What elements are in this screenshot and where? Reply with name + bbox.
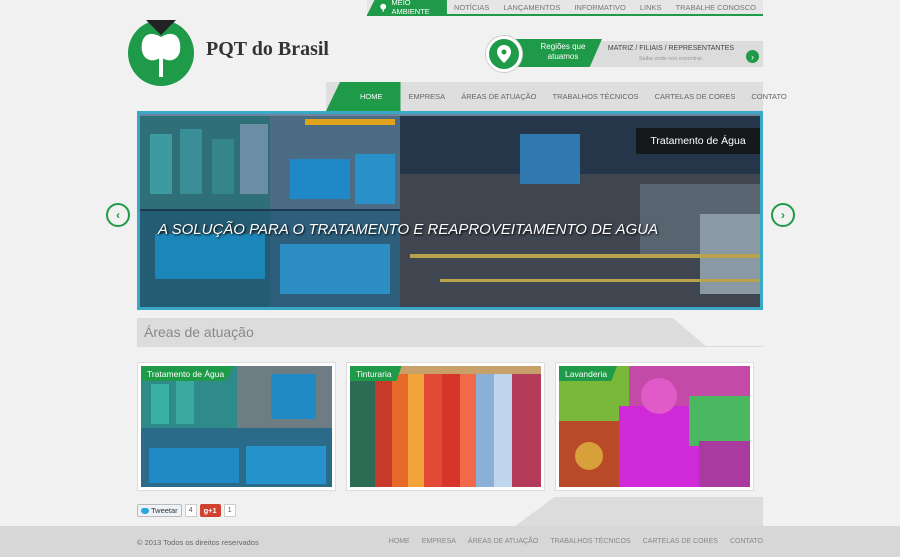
- tinturaria-thumb: [350, 366, 541, 487]
- top-bar: MEIO AMBIENTE NOTÍCIAS LANÇAMENTOS INFOR…: [367, 0, 763, 16]
- google-plus-one-button[interactable]: g+1: [199, 504, 221, 517]
- footer-nav: HOME EMPRESA ÁREAS DE ATUAÇÃO TRABALHOS …: [377, 538, 763, 545]
- pqt-logo-icon[interactable]: [126, 17, 196, 87]
- card-label: Lavanderia: [559, 366, 618, 381]
- section-header: Áreas de atuação: [137, 318, 763, 347]
- nav-item-trabalhos-tecnicos[interactable]: TRABALHOS TÉCNICOS: [544, 82, 646, 111]
- card-label: Tinturaria: [350, 366, 402, 381]
- card-lavanderia[interactable]: Lavanderia: [555, 362, 754, 491]
- footer-edge: [515, 497, 763, 526]
- nav-item-areas-de-atuacao[interactable]: ÁREAS DE ATUAÇÃO: [453, 82, 544, 111]
- footer-link-cartelas-de-cores[interactable]: CARTELAS DE CORES: [631, 538, 718, 545]
- card-image: Lavanderia: [559, 366, 750, 487]
- top-link-links[interactable]: LINKS: [633, 3, 669, 12]
- slider-prev-button[interactable]: ‹: [106, 203, 130, 227]
- region-subtitle: Saiba onde nos encontrar.: [638, 56, 704, 62]
- tree-icon: [380, 3, 387, 12]
- hero-slider[interactable]: Tratamento de Água A SOLUÇÃO PARA O TRAT…: [137, 111, 763, 310]
- top-link-trabalhe-conosco[interactable]: TRABALHE CONOSCO: [669, 3, 763, 12]
- card-image: Tinturaria: [350, 366, 541, 487]
- meio-ambiente-link[interactable]: MEIO AMBIENTE: [367, 0, 447, 15]
- lavanderia-thumb: [559, 366, 750, 487]
- slide-headline: A SOLUÇÃO PARA O TRATAMENTO E REAPROVEIT…: [158, 221, 659, 238]
- card-tratamento-de-agua[interactable]: Tratamento de Água: [137, 362, 336, 491]
- water-treatment-thumb: [141, 366, 332, 487]
- nav-item-empresa[interactable]: EMPRESA: [401, 82, 454, 111]
- section-title: Áreas de atuação: [144, 324, 254, 340]
- nav-item-home[interactable]: HOME: [326, 82, 401, 111]
- nav-item-cartelas-de-cores[interactable]: CARTELAS DE CORES: [647, 82, 744, 111]
- card-tinturaria[interactable]: Tinturaria: [346, 362, 545, 491]
- footer-link-trabalhos-tecnicos[interactable]: TRABALHOS TÉCNICOS: [538, 538, 630, 545]
- region-go-button[interactable]: ›: [746, 50, 759, 63]
- top-link-lancamentos[interactable]: LANÇAMENTOS: [496, 3, 567, 12]
- region-box[interactable]: Regiões que atuamos MATRIZ / FILIAIS / R…: [486, 36, 763, 72]
- section-divider: [137, 346, 763, 347]
- tweet-button[interactable]: Tweetar: [137, 504, 182, 517]
- twitter-bird-icon: [141, 507, 149, 514]
- card-image: Tratamento de Água: [141, 366, 332, 487]
- slider-next-button[interactable]: ›: [771, 203, 795, 227]
- tweet-count: 4: [184, 504, 197, 517]
- meio-ambiente-label: MEIO AMBIENTE: [391, 0, 430, 16]
- top-link-informativo[interactable]: INFORMATIVO: [567, 3, 633, 12]
- social-buttons: Tweetar 4 g+1 1: [137, 504, 236, 517]
- gplus-count: 1: [223, 504, 236, 517]
- card-label: Tratamento de Água: [141, 366, 235, 381]
- region-title: MATRIZ / FILIAIS / REPRESENTANTES: [607, 45, 735, 52]
- chevron-right-icon: ›: [781, 208, 785, 222]
- footer-link-empresa[interactable]: EMPRESA: [410, 538, 456, 545]
- chevron-right-icon: ›: [751, 51, 754, 62]
- footer: © 2013 Todos os direitos reservados HOME…: [0, 526, 900, 557]
- location-pin-icon: [486, 36, 522, 72]
- chevron-left-icon: ‹: [116, 208, 120, 222]
- top-link-noticias[interactable]: NOTÍCIAS: [447, 3, 496, 12]
- footer-link-home[interactable]: HOME: [377, 538, 410, 545]
- footer-link-contato[interactable]: CONTATO: [718, 538, 763, 545]
- brand-name[interactable]: PQT do Brasil: [206, 38, 329, 61]
- slide-image: Tratamento de Água A SOLUÇÃO PARA O TRAT…: [140, 114, 760, 307]
- footer-link-areas-de-atuacao[interactable]: ÁREAS DE ATUAÇÃO: [456, 538, 538, 545]
- slide-caption: Tratamento de Água: [636, 128, 760, 154]
- nav-item-contato[interactable]: CONTATO: [743, 82, 794, 111]
- region-label: Regiões que atuamos: [540, 42, 586, 61]
- main-nav: HOME EMPRESA ÁREAS DE ATUAÇÃO TRABALHOS …: [326, 82, 787, 111]
- copyright: © 2013 Todos os direitos reservados: [137, 538, 259, 547]
- tweet-label: Tweetar: [151, 506, 178, 515]
